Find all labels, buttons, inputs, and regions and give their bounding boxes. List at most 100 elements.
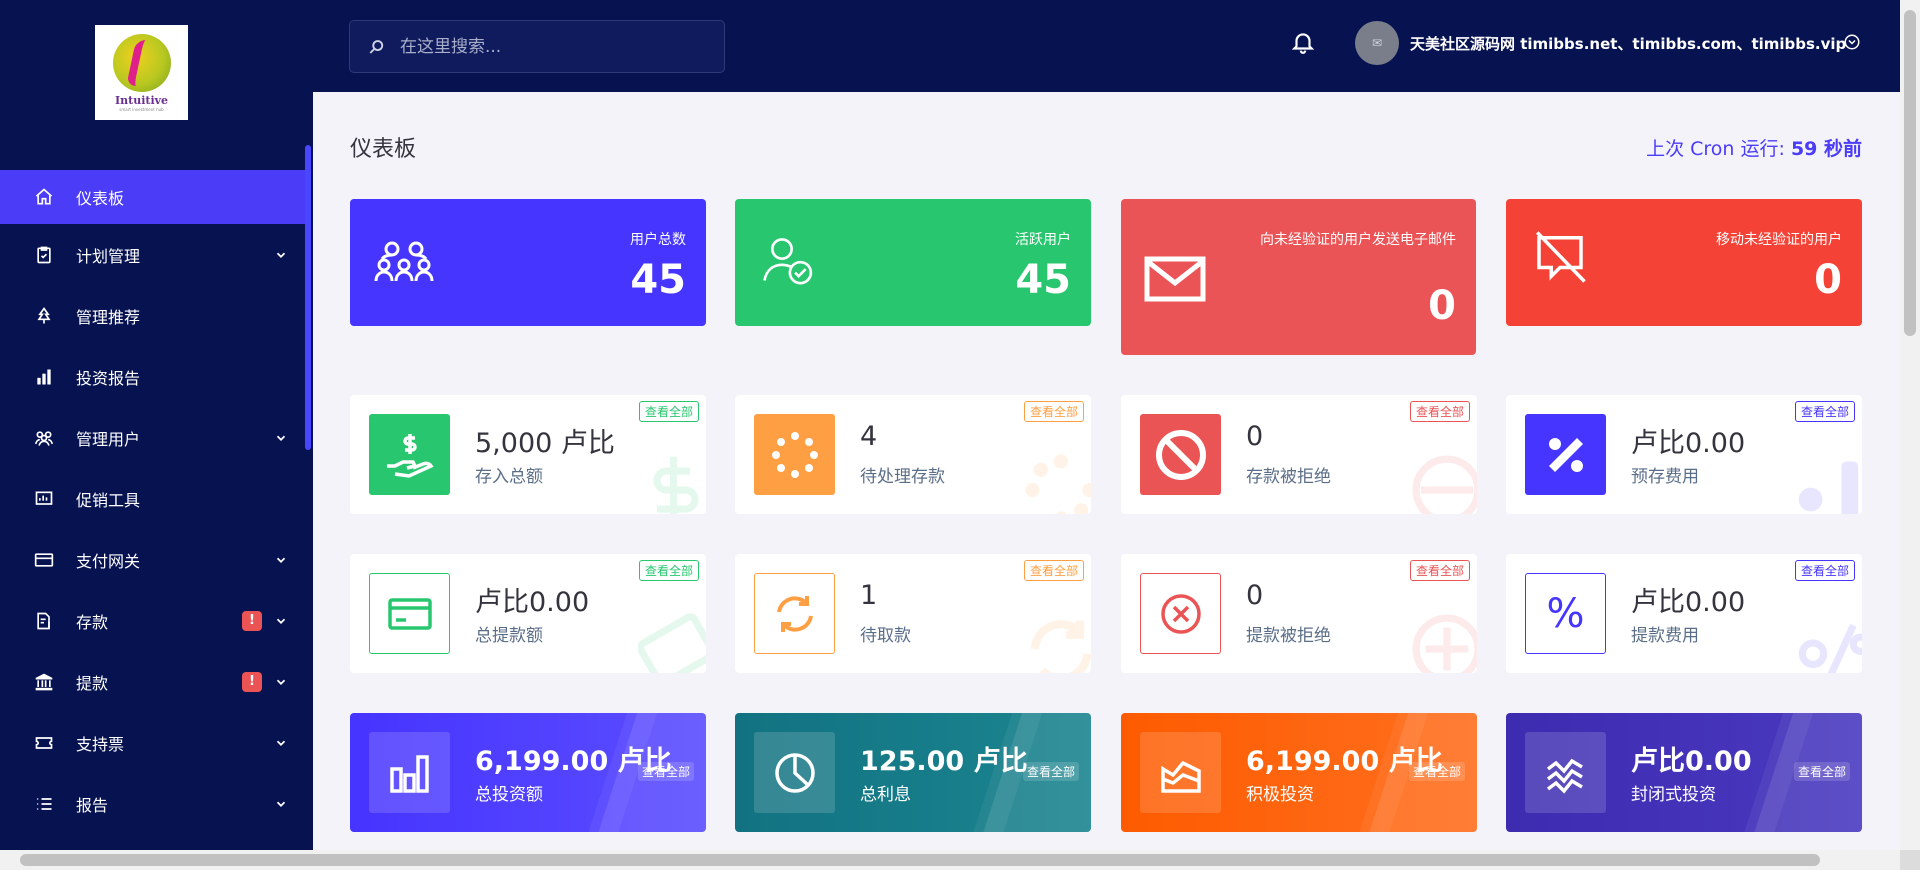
search-box[interactable]: [349, 20, 725, 73]
sidebar-item-gateways[interactable]: 支付网关: [0, 529, 305, 590]
widget-total-deposit[interactable]: 5,000 卢比 存入总额 查看全部: [350, 395, 706, 514]
view-all-button[interactable]: 查看全部: [1023, 560, 1084, 581]
widget-label: 总利息: [860, 785, 911, 805]
stat-card-total-users[interactable]: 用户总数 45: [350, 199, 706, 326]
sidebar-item-withdrawals[interactable]: 提款 !: [0, 651, 305, 712]
widget-label: 存款被拒绝: [1246, 467, 1331, 487]
cron-value: 59 秒前: [1790, 138, 1862, 160]
avatar[interactable]: ✉: [1355, 21, 1399, 65]
widget-value: 卢比0.00: [1631, 428, 1746, 459]
percent-ghost-icon: [1798, 623, 1862, 673]
view-all-button[interactable]: 查看全部: [1794, 401, 1855, 422]
sidebar-item-referrals[interactable]: 管理推荐: [0, 285, 305, 346]
plus-circle-ghost-icon: [1412, 614, 1477, 673]
chevron-down-icon: [276, 679, 286, 685]
widget-label: 积极投资: [1246, 785, 1314, 805]
widget-total-withdraw[interactable]: 卢比0.00 总提款额 查看全部: [350, 554, 706, 673]
ban-icon: [1155, 429, 1206, 480]
sidebar-item-dashboard[interactable]: 仪表板: [0, 170, 305, 224]
view-all-button[interactable]: 查看全部: [1408, 762, 1465, 781]
ticket-icon: [34, 733, 54, 753]
widget-deposit-charge[interactable]: 卢比0.00 预存费用 查看全部: [1506, 395, 1862, 514]
comment-slash-icon: [1535, 231, 1586, 283]
sidebar-item-users[interactable]: 管理用户: [0, 407, 305, 468]
view-all-button[interactable]: 查看全部: [1409, 560, 1470, 581]
search-icon: [369, 39, 384, 54]
sidebar-item-tickets[interactable]: 支持票: [0, 712, 305, 773]
sidebar-item-plans[interactable]: 计划管理: [0, 224, 305, 285]
widget-pending-withdraw[interactable]: 1 待取款 查看全部: [735, 554, 1091, 673]
stat-value: 45: [1015, 257, 1071, 303]
page-title: 仪表板: [350, 137, 417, 162]
widget-label: 封闭式投资: [1631, 785, 1716, 805]
view-all-button[interactable]: 查看全部: [637, 762, 694, 781]
brand-logo[interactable]: Intuitive smart investment hub: [95, 25, 188, 120]
view-all-button[interactable]: 查看全部: [1023, 401, 1084, 422]
spinner-ghost-icon: [1025, 454, 1091, 514]
widget-label: 待处理存款: [860, 467, 945, 487]
logo-mark: [112, 33, 171, 92]
minus-circle-ghost-icon: [1412, 455, 1477, 514]
vertical-scrollbar[interactable]: [1900, 0, 1920, 850]
sidebar-scrollbar[interactable]: [305, 145, 311, 450]
alert-badge: !: [242, 610, 262, 631]
chevron-down-icon: [276, 618, 286, 624]
widget-label: 待取款: [860, 626, 911, 646]
widget-icon-box: [754, 573, 835, 654]
horizontal-scrollbar[interactable]: [0, 850, 1900, 870]
sidebar-item-promotion[interactable]: 促销工具: [0, 468, 305, 529]
widget-rejected-withdraw[interactable]: 0 提款被拒绝 查看全部: [1121, 554, 1477, 673]
list-icon: [34, 794, 54, 814]
widget-label: 总提款额: [475, 626, 543, 646]
card-ghost-icon: [638, 613, 706, 673]
stat-card-active-users[interactable]: 活跃用户 45: [735, 199, 1091, 326]
logo-text: Intuitive: [114, 93, 169, 107]
widget-icon-box: [754, 414, 835, 495]
scrollbar-thumb[interactable]: [1904, 10, 1916, 336]
stat-card-mobile-unverified[interactable]: 移动未经验证的用户 0: [1506, 199, 1862, 326]
stat-label: 用户总数: [630, 232, 686, 248]
widget-value: 125.00 卢比: [860, 746, 1028, 777]
sidebar-item-invest-report[interactable]: 投资报告: [0, 346, 305, 407]
scrollbar-thumb[interactable]: [20, 854, 1820, 866]
percentage-icon: %: [1546, 590, 1585, 637]
view-all-button[interactable]: 查看全部: [1793, 762, 1850, 781]
widget-closed-invest[interactable]: 卢比0.00 封闭式投资 查看全部: [1506, 713, 1862, 832]
widget-withdraw-charge[interactable]: % 卢比0.00 提款费用 查看全部: [1506, 554, 1862, 673]
view-all-button[interactable]: 查看全部: [1022, 762, 1079, 781]
home-icon: [34, 187, 54, 207]
widget-icon-box: [1525, 732, 1606, 813]
percent-ghost-icon: [1798, 461, 1859, 514]
widget-total-interest[interactable]: 125.00 卢比 总利息 查看全部: [735, 713, 1091, 832]
credit-card-icon: [387, 597, 432, 630]
users-group-icon: [374, 241, 434, 282]
sidebar-item-reports[interactable]: 报告: [0, 773, 305, 834]
clipboard-check-icon: [34, 245, 54, 265]
widget-label: 总投资额: [475, 785, 543, 805]
sync-ghost-icon: [1030, 620, 1091, 673]
chevron-down-icon: [276, 435, 286, 441]
user-name[interactable]: 天美社区源码网 timibbs.net、timibbs.com、timibbs.…: [1410, 33, 1846, 54]
stat-card-email-unverified[interactable]: 向未经验证的用户发送电子邮件 0: [1121, 199, 1476, 355]
view-all-button[interactable]: 查看全部: [638, 560, 699, 581]
stat-label: 活跃用户: [1015, 232, 1071, 248]
widget-active-invest[interactable]: 6,199.00 卢比 积极投资 查看全部: [1121, 713, 1477, 832]
sidebar-item-label: 支付网关: [76, 551, 141, 571]
tree-icon: [34, 306, 54, 326]
sidebar-nav: 仪表板 计划管理 管理推荐 投资报告 管理用户 促销工具 支付网关 存款 ! 提…: [0, 170, 305, 834]
sidebar-item-deposits[interactable]: 存款 !: [0, 590, 305, 651]
bar-chart-icon: [34, 367, 54, 387]
chart-pie-icon: [774, 752, 815, 793]
view-all-button[interactable]: 查看全部: [1409, 401, 1470, 422]
widget-rejected-deposit[interactable]: 0 存款被拒绝 查看全部: [1121, 395, 1477, 514]
presentation-icon: [34, 489, 54, 509]
bell-icon[interactable]: [1290, 28, 1316, 56]
stat-value: 0: [1814, 257, 1842, 303]
search-input[interactable]: [400, 36, 700, 57]
chevron-circle-down-icon[interactable]: [1843, 33, 1861, 51]
view-all-button[interactable]: 查看全部: [1794, 560, 1855, 581]
view-all-button[interactable]: 查看全部: [638, 401, 699, 422]
stat-label: 向未经验证的用户发送电子邮件: [1260, 232, 1456, 248]
widget-total-invest[interactable]: 6,199.00 卢比 总投资额 查看全部: [350, 713, 706, 832]
widget-pending-deposit[interactable]: 4 待处理存款 查看全部: [735, 395, 1091, 514]
